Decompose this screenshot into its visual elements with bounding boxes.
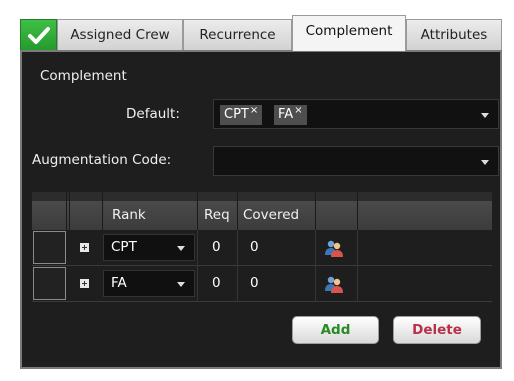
covered-value: 0 (250, 239, 259, 255)
chevron-down-icon[interactable] (177, 246, 185, 251)
chevron-down-icon[interactable] (177, 282, 185, 287)
rank-select[interactable]: FA (103, 270, 195, 297)
augmentation-code-label: Augmentation Code: (32, 152, 172, 168)
req-value: 0 (212, 275, 221, 291)
column-header-rank[interactable]: Rank (112, 201, 146, 230)
rank-value: CPT (111, 239, 137, 255)
rank-value: FA (111, 275, 127, 291)
delete-button[interactable]: Delete (393, 316, 481, 344)
column-header-covered[interactable]: Covered (243, 201, 299, 230)
tab-complement[interactable]: Complement (292, 15, 406, 51)
augmentation-code-select[interactable] (213, 146, 499, 176)
tab-attributes[interactable]: Attributes (406, 19, 502, 50)
tab-recurrence[interactable]: Recurrence (183, 19, 292, 50)
expand-icon[interactable] (80, 279, 89, 288)
checkmark-icon (28, 27, 50, 44)
crew-members-icon[interactable] (324, 275, 344, 293)
default-rank-multiselect[interactable]: CPT× FA× (213, 99, 499, 129)
req-value: 0 (212, 239, 221, 255)
tab-assigned-crew[interactable]: Assigned Crew (57, 19, 183, 50)
remove-chip-icon[interactable]: × (250, 105, 258, 116)
row-selector[interactable] (33, 231, 66, 264)
chip-label: CPT (224, 107, 249, 122)
complement-panel: Complement Default: CPT× FA× Augmentatio… (20, 50, 502, 369)
row-selector[interactable] (33, 267, 66, 300)
chevron-down-icon[interactable] (481, 160, 489, 165)
chevron-down-icon[interactable] (481, 113, 489, 118)
chip-fa[interactable]: FA× (274, 105, 307, 125)
chip-cpt[interactable]: CPT× (220, 105, 263, 125)
grid-header: Rank Req Covered (32, 192, 492, 230)
table-row[interactable]: FA 0 0 (32, 266, 492, 302)
column-header-req[interactable]: Req (204, 201, 230, 230)
default-label: Default: (126, 106, 180, 122)
remove-chip-icon[interactable]: × (294, 105, 302, 116)
add-button[interactable]: Add (292, 316, 379, 344)
tab-bar: Assigned Crew Recurrence Complement Attr… (20, 13, 502, 51)
covered-value: 0 (250, 275, 259, 291)
section-title: Complement (40, 68, 127, 84)
chip-label: FA (278, 107, 294, 122)
expand-icon[interactable] (80, 243, 89, 252)
crew-members-icon[interactable] (324, 239, 344, 257)
table-row[interactable]: CPT 0 0 (32, 230, 492, 266)
rank-select[interactable]: CPT (103, 234, 195, 261)
status-check-tab[interactable] (20, 19, 57, 50)
